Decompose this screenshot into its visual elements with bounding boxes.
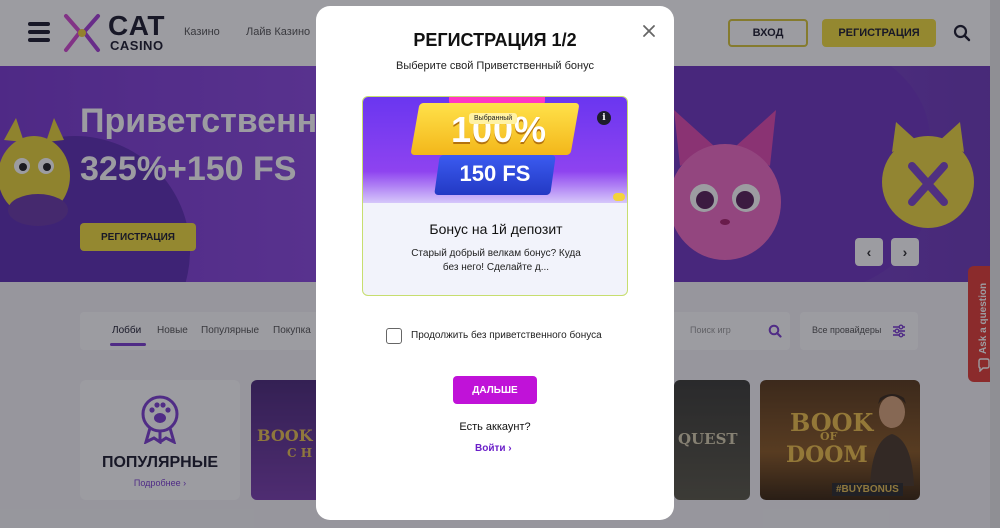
bonus-decor-coin [613, 193, 625, 201]
registration-modal: РЕГИСТРАЦИЯ 1/2 Выберите свой Приветстве… [316, 6, 674, 520]
welcome-bonus-card[interactable]: 100% Выбранный i 150 FS Бонус на 1й депо… [362, 96, 628, 296]
have-account-text: Есть аккаунт? [459, 421, 531, 433]
modal-title: РЕГИСТРАЦИЯ 1/2 [413, 30, 577, 50]
no-bonus-checkbox[interactable] [386, 328, 402, 344]
bonus-name: Бонус на 1й депозит [429, 221, 563, 237]
next-button[interactable]: ДАЛЬШЕ [453, 376, 537, 404]
modal-subtitle: Выберите свой Приветственный бонус [396, 60, 594, 72]
info-icon[interactable]: i [597, 111, 611, 125]
no-bonus-label[interactable]: Продолжить без приветственного бонуса [411, 330, 602, 341]
bonus-free-spins: 150 FS [459, 161, 531, 186]
selected-badge: Выбранный [469, 113, 518, 124]
bonus-description: Старый добрый велкам бонус? Куда без нег… [411, 248, 581, 273]
bonus-image: 100% Выбранный i 150 FS [363, 97, 627, 203]
login-link[interactable]: Войти › [475, 443, 512, 454]
